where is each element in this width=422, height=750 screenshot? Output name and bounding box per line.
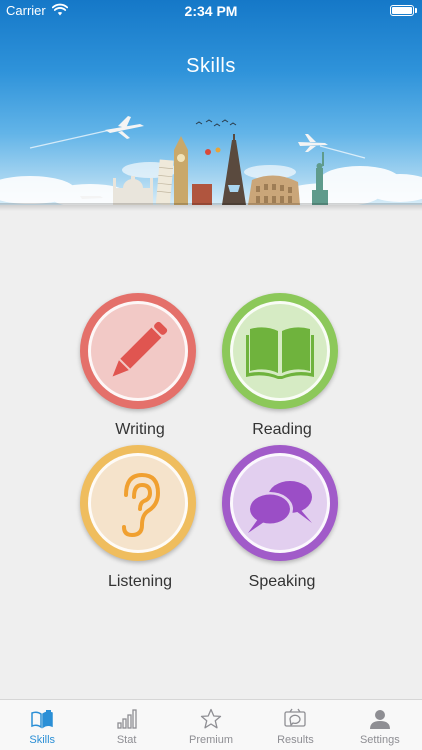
reading-button[interactable] — [222, 293, 342, 413]
tab-results[interactable]: Results — [253, 700, 337, 750]
book-icon — [31, 710, 53, 729]
ear-icon — [122, 472, 161, 538]
pencil-icon — [112, 321, 168, 377]
landmarks-illustration — [0, 116, 422, 205]
skill-writing[interactable]: Writing — [65, 293, 215, 439]
tab-premium-label: Premium — [189, 734, 234, 746]
writing-label: Writing — [115, 421, 165, 438]
tab-premium[interactable]: Premium — [169, 700, 253, 750]
speaking-label: Speaking — [248, 573, 316, 590]
tab-stat[interactable]: Stat — [84, 700, 168, 750]
tab-bar: Skills Stat Premium Results Settings — [0, 699, 422, 750]
star-icon — [200, 708, 222, 729]
header-shadow — [0, 203, 422, 211]
page-title: Skills — [186, 55, 236, 77]
tab-stat-label: Stat — [116, 734, 137, 746]
tab-skills-label: Skills — [29, 734, 56, 746]
speech-bubbles-icon — [247, 481, 312, 533]
tab-skills[interactable]: Skills — [0, 700, 84, 750]
writing-button[interactable] — [80, 293, 200, 413]
user-icon — [369, 710, 390, 729]
tab-settings[interactable]: Settings — [338, 700, 422, 750]
results-icon — [284, 708, 307, 727]
skill-listening[interactable]: Listening — [65, 445, 215, 591]
tab-results-label: Results — [277, 734, 314, 746]
header-banner: Skills — [0, 0, 422, 205]
speaking-button[interactable] — [222, 445, 342, 565]
listening-label: Listening — [107, 573, 173, 590]
listening-button[interactable] — [80, 445, 200, 565]
skill-speaking[interactable]: Speaking — [207, 445, 357, 591]
clock: 2:34 PM — [184, 3, 238, 19]
tab-settings-label: Settings — [359, 734, 400, 746]
status-bar: Carrier 2:34 PM — [0, 0, 422, 22]
book-icon — [246, 327, 314, 379]
skill-reading[interactable]: Reading — [207, 293, 357, 439]
battery-icon — [390, 5, 417, 16]
bar-chart-icon — [116, 709, 137, 729]
reading-label: Reading — [252, 421, 312, 438]
